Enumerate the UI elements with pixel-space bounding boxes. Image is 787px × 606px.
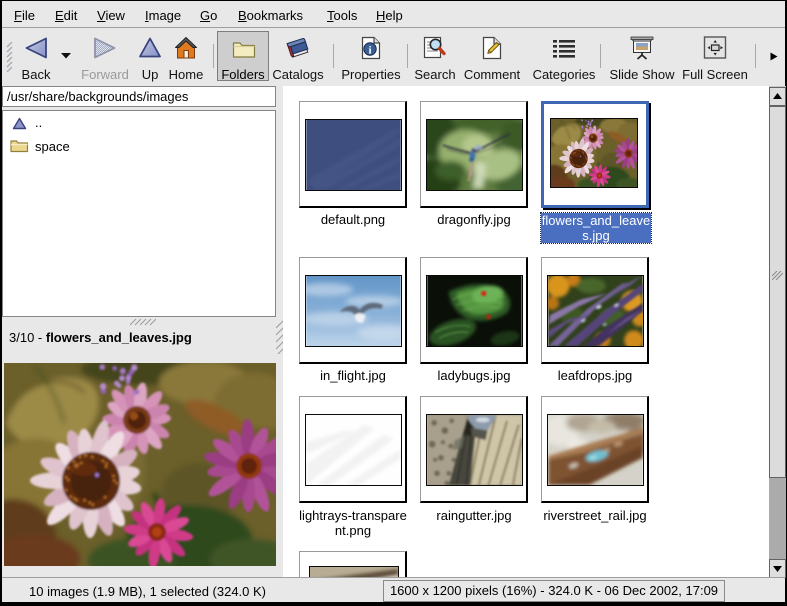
svg-text:i: i	[368, 44, 371, 56]
